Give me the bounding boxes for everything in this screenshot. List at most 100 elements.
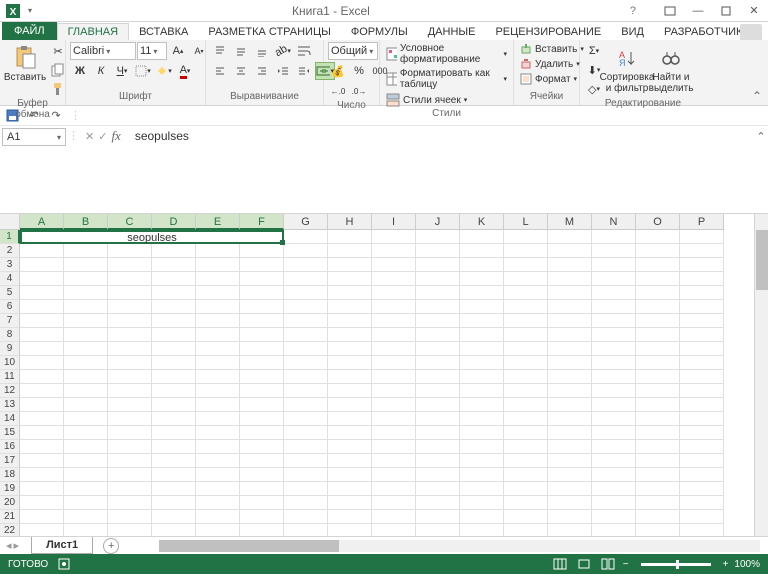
- cell-B14[interactable]: [64, 412, 108, 426]
- align-middle-button[interactable]: [231, 42, 251, 60]
- cell-B16[interactable]: [64, 440, 108, 454]
- cell-O5[interactable]: [636, 286, 680, 300]
- cell-M9[interactable]: [548, 342, 592, 356]
- row-header-11[interactable]: 11: [0, 370, 20, 384]
- cell-A8[interactable]: [20, 328, 64, 342]
- row-header-5[interactable]: 5: [0, 286, 20, 300]
- cell-I5[interactable]: [372, 286, 416, 300]
- cell-E4[interactable]: [196, 272, 240, 286]
- cell-A20[interactable]: [20, 496, 64, 510]
- cell-L15[interactable]: [504, 426, 548, 440]
- cell-H16[interactable]: [328, 440, 372, 454]
- cell-G14[interactable]: [284, 412, 328, 426]
- cell-E2[interactable]: [196, 244, 240, 258]
- cell-I4[interactable]: [372, 272, 416, 286]
- cell-O10[interactable]: [636, 356, 680, 370]
- align-bottom-button[interactable]: [252, 42, 272, 60]
- cell-H21[interactable]: [328, 510, 372, 524]
- font-size-combo[interactable]: 11▾: [137, 42, 167, 60]
- cell-I6[interactable]: [372, 300, 416, 314]
- cell-G10[interactable]: [284, 356, 328, 370]
- col-header-F[interactable]: F: [240, 214, 284, 230]
- cell-I13[interactable]: [372, 398, 416, 412]
- cell-N21[interactable]: [592, 510, 636, 524]
- cell-I3[interactable]: [372, 258, 416, 272]
- col-header-M[interactable]: M: [548, 214, 592, 230]
- cell-A17[interactable]: [20, 454, 64, 468]
- cell-G4[interactable]: [284, 272, 328, 286]
- cell-K13[interactable]: [460, 398, 504, 412]
- cell-P22[interactable]: [680, 524, 724, 536]
- cell-D10[interactable]: [152, 356, 196, 370]
- cell-P9[interactable]: [680, 342, 724, 356]
- cell-I12[interactable]: [372, 384, 416, 398]
- cell-O3[interactable]: [636, 258, 680, 272]
- cell-F2[interactable]: [240, 244, 284, 258]
- cell-A3[interactable]: [20, 258, 64, 272]
- cell-P2[interactable]: [680, 244, 724, 258]
- cell-P13[interactable]: [680, 398, 724, 412]
- cell-E13[interactable]: [196, 398, 240, 412]
- sheet-tab-1[interactable]: Лист1: [31, 537, 93, 554]
- cell-F10[interactable]: [240, 356, 284, 370]
- cell-C13[interactable]: [108, 398, 152, 412]
- cell-C10[interactable]: [108, 356, 152, 370]
- collapse-ribbon-button[interactable]: ⌃: [752, 89, 762, 103]
- autosum-button[interactable]: Σ▾: [584, 42, 604, 60]
- cell-A16[interactable]: [20, 440, 64, 454]
- row-header-9[interactable]: 9: [0, 342, 20, 356]
- cell-D5[interactable]: [152, 286, 196, 300]
- cell-J7[interactable]: [416, 314, 460, 328]
- cell-L9[interactable]: [504, 342, 548, 356]
- cell-M10[interactable]: [548, 356, 592, 370]
- cell-O8[interactable]: [636, 328, 680, 342]
- horizontal-scrollbar[interactable]: [159, 540, 760, 552]
- cell-C5[interactable]: [108, 286, 152, 300]
- font-color-button[interactable]: A▾: [175, 62, 195, 80]
- cell-C17[interactable]: [108, 454, 152, 468]
- cell-D4[interactable]: [152, 272, 196, 286]
- name-box[interactable]: A1▾: [2, 128, 66, 146]
- cell-B20[interactable]: [64, 496, 108, 510]
- help-button[interactable]: ?: [630, 5, 636, 17]
- cell-D17[interactable]: [152, 454, 196, 468]
- cell-O19[interactable]: [636, 482, 680, 496]
- cell-A7[interactable]: [20, 314, 64, 328]
- cell-L22[interactable]: [504, 524, 548, 536]
- cell-F20[interactable]: [240, 496, 284, 510]
- cell-D2[interactable]: [152, 244, 196, 258]
- cell-E11[interactable]: [196, 370, 240, 384]
- cell-E5[interactable]: [196, 286, 240, 300]
- cell-H6[interactable]: [328, 300, 372, 314]
- cell-F8[interactable]: [240, 328, 284, 342]
- cell-N15[interactable]: [592, 426, 636, 440]
- cell-C16[interactable]: [108, 440, 152, 454]
- cell-N5[interactable]: [592, 286, 636, 300]
- cut-button[interactable]: ✂: [48, 42, 68, 60]
- cell-N2[interactable]: [592, 244, 636, 258]
- border-button[interactable]: ▾: [133, 62, 153, 80]
- cell-E6[interactable]: [196, 300, 240, 314]
- cell-D8[interactable]: [152, 328, 196, 342]
- align-top-button[interactable]: [210, 42, 230, 60]
- cell-B7[interactable]: [64, 314, 108, 328]
- increase-font-button[interactable]: A▴: [168, 42, 188, 60]
- col-header-C[interactable]: C: [108, 214, 152, 230]
- cell-K21[interactable]: [460, 510, 504, 524]
- cell-K17[interactable]: [460, 454, 504, 468]
- cell-J4[interactable]: [416, 272, 460, 286]
- cell-A19[interactable]: [20, 482, 64, 496]
- cell-A18[interactable]: [20, 468, 64, 482]
- cell-B15[interactable]: [64, 426, 108, 440]
- insert-cells-button[interactable]: Вставить▾: [518, 42, 586, 56]
- cell-P18[interactable]: [680, 468, 724, 482]
- cell-B3[interactable]: [64, 258, 108, 272]
- vscroll-thumb[interactable]: [756, 230, 768, 290]
- cell-O22[interactable]: [636, 524, 680, 536]
- tab-file[interactable]: ФАЙЛ: [2, 22, 57, 40]
- tab-developer[interactable]: РАЗРАБОТЧИК: [654, 24, 752, 40]
- cell-L7[interactable]: [504, 314, 548, 328]
- cell-B10[interactable]: [64, 356, 108, 370]
- cell-F7[interactable]: [240, 314, 284, 328]
- cell-J14[interactable]: [416, 412, 460, 426]
